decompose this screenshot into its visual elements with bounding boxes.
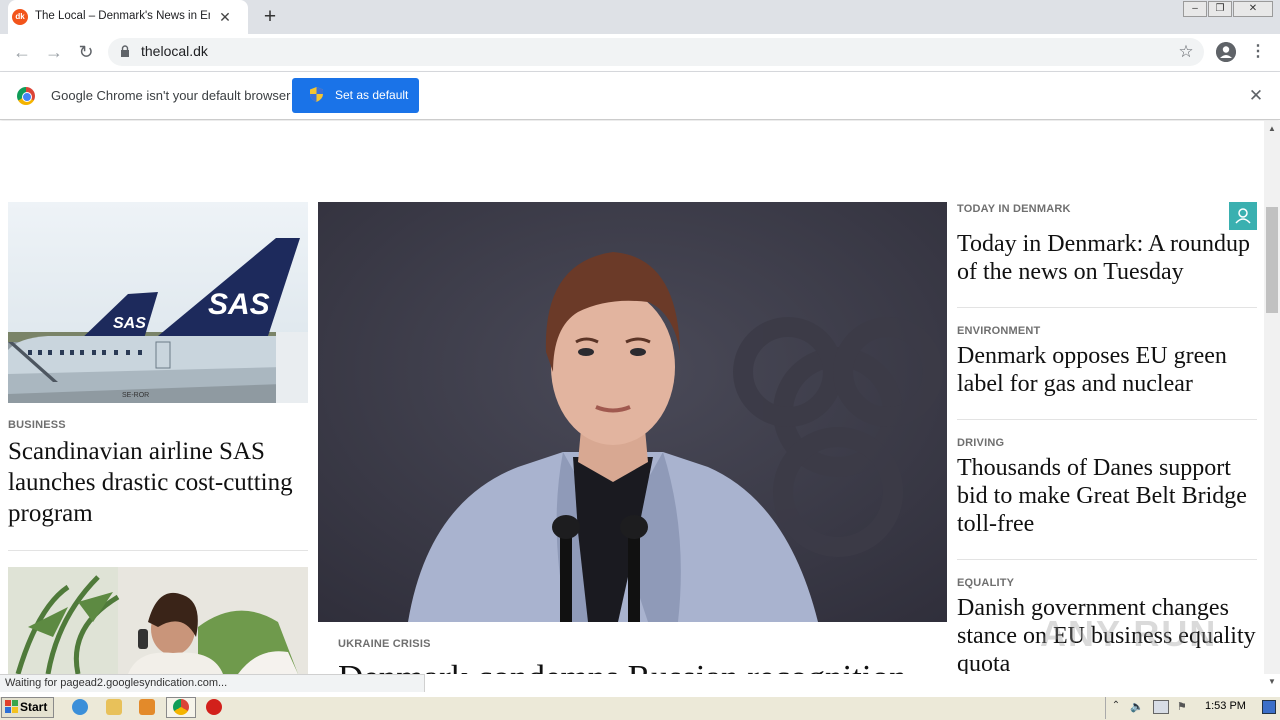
chrome-taskbar-icon — [173, 699, 189, 715]
tab-title: The Local – Denmark's News in English — [35, 10, 210, 22]
windows-flag-icon — [5, 700, 18, 713]
scrollbar-thumb[interactable] — [1266, 207, 1278, 313]
uac-shield-icon — [310, 87, 323, 102]
hero-image-press-conference[interactable] — [318, 202, 947, 622]
article-kicker[interactable]: ENVIRONMENT — [957, 325, 1040, 337]
aircraft-registration: SE-ROR — [122, 392, 149, 399]
divider — [957, 419, 1257, 420]
web-page: SAS SAS SE-ROR BUSINESS Scandinavian air… — [0, 121, 1264, 674]
action-center-flag-icon[interactable]: ⚑ — [1177, 700, 1191, 714]
scroll-down-arrow-icon[interactable]: ▼ — [1264, 674, 1280, 690]
reload-icon[interactable]: ↻ — [74, 40, 98, 64]
article-headline[interactable]: Scandinavian airline SAS launches drasti… — [8, 436, 308, 529]
tray-expand-icon[interactable]: ⌃ — [1110, 700, 1122, 714]
volume-icon[interactable]: 🔈 — [1130, 700, 1144, 714]
hero-headline[interactable]: Denmark condemns Russian recognition — [338, 656, 907, 674]
set-as-default-label: Set as default — [335, 88, 409, 102]
lock-icon — [121, 45, 129, 57]
vertical-scrollbar[interactable] — [1264, 121, 1280, 674]
article-headline[interactable]: Thousands of Danes support bid to make G… — [957, 454, 1257, 538]
opera-icon[interactable] — [206, 699, 222, 715]
article-kicker[interactable]: EQUALITY — [957, 577, 1014, 589]
minimize-button[interactable]: – — [1183, 1, 1207, 17]
tab-close-icon[interactable]: ✕ — [217, 8, 233, 26]
bookmark-star-icon[interactable]: ☆ — [1177, 42, 1195, 62]
article-headline[interactable]: Denmark opposes EU green label for gas a… — [957, 342, 1257, 398]
status-bubble: Waiting for pagead2.googlesyndication.co… — [0, 674, 425, 692]
restore-button[interactable]: ❐ — [1208, 1, 1232, 17]
close-window-button[interactable]: ✕ — [1233, 1, 1273, 17]
taskbar-clock[interactable]: 1:53 PM — [1205, 700, 1246, 712]
infobar-close-icon[interactable]: ✕ — [1247, 86, 1265, 106]
internet-explorer-icon[interactable] — [72, 699, 88, 715]
sas-tail-logo: SAS — [208, 288, 270, 321]
divider — [957, 559, 1257, 560]
account-user-icon[interactable] — [1229, 202, 1257, 230]
network-icon[interactable] — [1153, 700, 1169, 714]
sas-far-tail-logo: SAS — [113, 315, 146, 332]
woman-on-phone-image[interactable] — [8, 567, 308, 674]
kebab-menu-icon[interactable]: ⋮ — [1250, 42, 1266, 62]
hero-kicker[interactable]: UKRAINE CRISIS — [338, 638, 431, 650]
back-arrow-icon[interactable]: ← — [10, 40, 34, 64]
article-kicker[interactable]: DRIVING — [957, 437, 1004, 449]
scroll-up-arrow-icon[interactable]: ▲ — [1264, 121, 1280, 137]
media-player-icon[interactable] — [139, 699, 155, 715]
watermark: ANY RUN — [1040, 613, 1218, 654]
url-text[interactable]: thelocal.dk — [141, 43, 208, 61]
profile-avatar-icon[interactable] — [1216, 42, 1236, 62]
sas-plane-image[interactable]: SAS SAS SE-ROR — [8, 202, 308, 403]
article-headline[interactable]: Today in Denmark: A roundup of the news … — [957, 230, 1257, 286]
chrome-logo-icon — [17, 87, 35, 105]
article-kicker[interactable]: BUSINESS — [8, 419, 66, 431]
address-bar[interactable] — [108, 38, 1204, 66]
divider — [957, 307, 1257, 308]
show-desktop-icon[interactable] — [1262, 700, 1276, 714]
new-tab-button[interactable]: + — [259, 5, 281, 29]
divider — [8, 550, 308, 551]
file-explorer-icon[interactable] — [106, 699, 122, 715]
infobar-message: Google Chrome isn't your default browser — [51, 88, 291, 103]
site-favicon-icon: dk — [12, 9, 28, 25]
forward-arrow-icon[interactable]: → — [42, 40, 66, 64]
article-kicker[interactable]: TODAY IN DENMARK — [957, 203, 1071, 215]
